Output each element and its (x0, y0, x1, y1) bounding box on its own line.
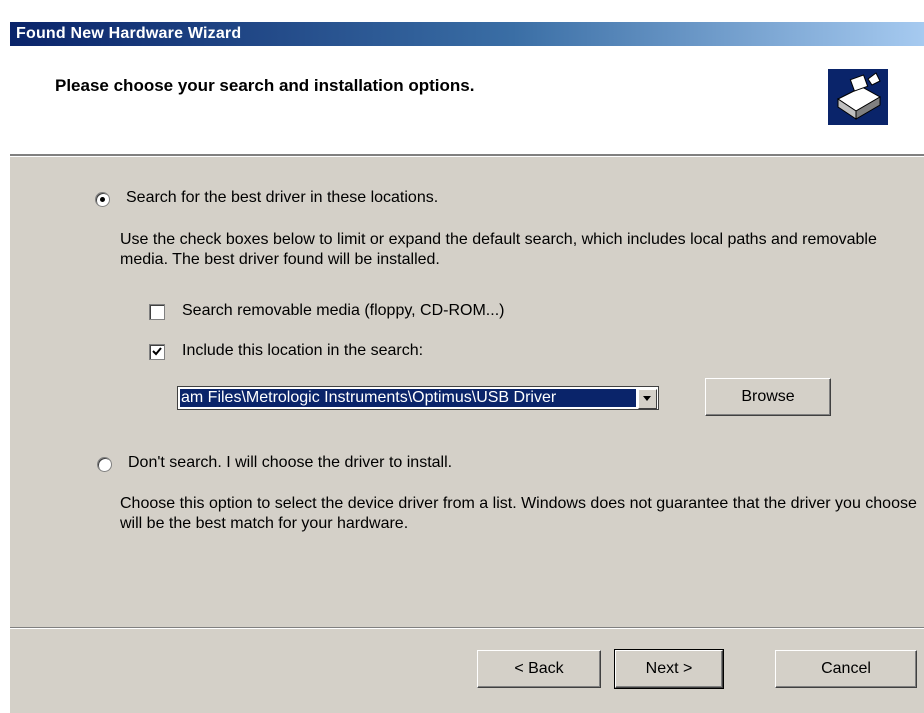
dont-search-option-radio[interactable] (97, 457, 112, 472)
search-option-description: Use the check boxes below to limit or ex… (120, 231, 877, 268)
wizard-body: Search for the best driver in these loca… (10, 157, 924, 713)
footer-divider (10, 627, 924, 629)
include-location-label[interactable]: Include this location in the search: (182, 342, 423, 360)
title-bar[interactable]: Found New Hardware Wizard (10, 22, 924, 46)
window-title: Found New Hardware Wizard (16, 25, 242, 42)
wizard-header: Please choose your search and installati… (10, 46, 924, 154)
radio-selected-dot (100, 197, 105, 202)
checkmark-icon (152, 347, 162, 356)
removable-media-label[interactable]: Search removable media (floppy, CD-ROM..… (182, 302, 504, 320)
page-heading: Please choose your search and installati… (55, 76, 475, 95)
browse-button[interactable]: Browse (705, 378, 831, 416)
location-input-value[interactable]: am Files\Metrologic Instruments\Optimus\… (180, 389, 636, 407)
next-button[interactable]: Next > (614, 649, 724, 689)
removable-media-checkbox[interactable] (149, 304, 165, 320)
chevron-down-icon (643, 396, 651, 401)
search-option-label[interactable]: Search for the best driver in these loca… (126, 189, 438, 207)
location-combobox[interactable]: am Files\Metrologic Instruments\Optimus\… (177, 386, 659, 410)
hardware-wizard-icon (828, 69, 888, 125)
include-location-checkbox[interactable] (149, 344, 165, 360)
wizard-window: Found New Hardware Wizard Please choose … (0, 0, 924, 713)
search-option-radio[interactable] (95, 192, 110, 207)
dont-search-option-description: Choose this option to select the device … (120, 495, 917, 532)
cancel-button[interactable]: Cancel (775, 650, 917, 688)
location-dropdown-button[interactable] (638, 389, 657, 409)
back-button[interactable]: < Back (477, 650, 601, 688)
dont-search-option-label[interactable]: Don't search. I will choose the driver t… (128, 454, 452, 472)
